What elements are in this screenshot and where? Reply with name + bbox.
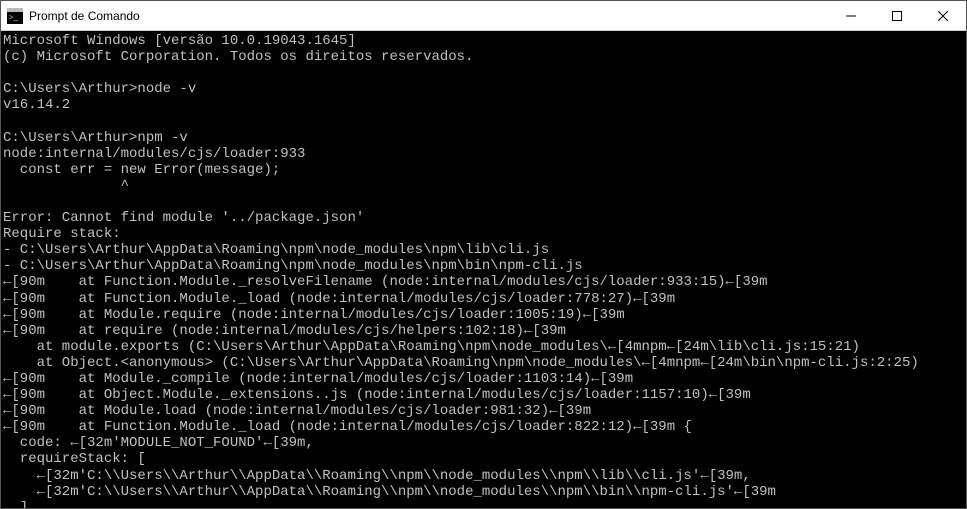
titlebar-left: >_ Prompt de Comando [1, 8, 140, 24]
terminal-line: ←[90m at Object.Module._extensions..js (… [3, 387, 966, 403]
terminal-line [3, 113, 966, 129]
terminal-line: ←[90m at require (node:internal/modules/… [3, 323, 966, 339]
terminal-line: Require stack: [3, 226, 966, 242]
terminal-line: code: ←[32m'MODULE_NOT_FOUND'←[39m, [3, 435, 966, 451]
terminal-line: Error: Cannot find module '../package.js… [3, 210, 966, 226]
svg-text:>_: >_ [9, 13, 19, 22]
window-controls [828, 1, 966, 30]
terminal-line: ^ [3, 178, 966, 194]
terminal-line: ←[90m at Module.require (node:internal/m… [3, 307, 966, 323]
cmd-icon: >_ [7, 8, 23, 24]
terminal-output[interactable]: Microsoft Windows [versão 10.0.19043.164… [1, 31, 966, 508]
terminal-line: ←[90m at Function.Module._load (node:int… [3, 419, 966, 435]
terminal-line: Microsoft Windows [versão 10.0.19043.164… [3, 33, 966, 49]
terminal-line: requireStack: [ [3, 451, 966, 467]
terminal-line: - C:\Users\Arthur\AppData\Roaming\npm\no… [3, 258, 966, 274]
terminal-line [3, 65, 966, 81]
terminal-line: (c) Microsoft Corporation. Todos os dire… [3, 49, 966, 65]
terminal-line: const err = new Error(message); [3, 162, 966, 178]
maximize-button[interactable] [874, 1, 920, 30]
terminal-line: at module.exports (C:\Users\Arthur\AppDa… [3, 339, 966, 355]
terminal-line: ←[90m at Function.Module._load (node:int… [3, 291, 966, 307]
terminal-line: v16.14.2 [3, 97, 966, 113]
terminal-line: ] [3, 500, 966, 508]
terminal-line: ←[90m at Function.Module._resolveFilenam… [3, 274, 966, 290]
terminal-line: ←[90m at Module.load (node:internal/modu… [3, 403, 966, 419]
terminal-line: ←[90m at Module._compile (node:internal/… [3, 371, 966, 387]
close-button[interactable] [920, 1, 966, 30]
titlebar[interactable]: >_ Prompt de Comando [1, 1, 966, 31]
window-title: Prompt de Comando [29, 9, 140, 23]
terminal-line [3, 194, 966, 210]
terminal-line: C:\Users\Arthur>npm -v [3, 130, 966, 146]
minimize-button[interactable] [828, 1, 874, 30]
cmd-window: >_ Prompt de Comando Microsoft Windows [… [0, 0, 967, 509]
terminal-line: at Object.<anonymous> (C:\Users\Arthur\A… [3, 355, 966, 371]
terminal-line: node:internal/modules/cjs/loader:933 [3, 146, 966, 162]
terminal-line: ←[32m'C:\\Users\\Arthur\\AppData\\Roamin… [3, 468, 966, 484]
terminal-line: - C:\Users\Arthur\AppData\Roaming\npm\no… [3, 242, 966, 258]
terminal-line: C:\Users\Arthur>node -v [3, 81, 966, 97]
terminal-line: ←[32m'C:\\Users\\Arthur\\AppData\\Roamin… [3, 484, 966, 500]
